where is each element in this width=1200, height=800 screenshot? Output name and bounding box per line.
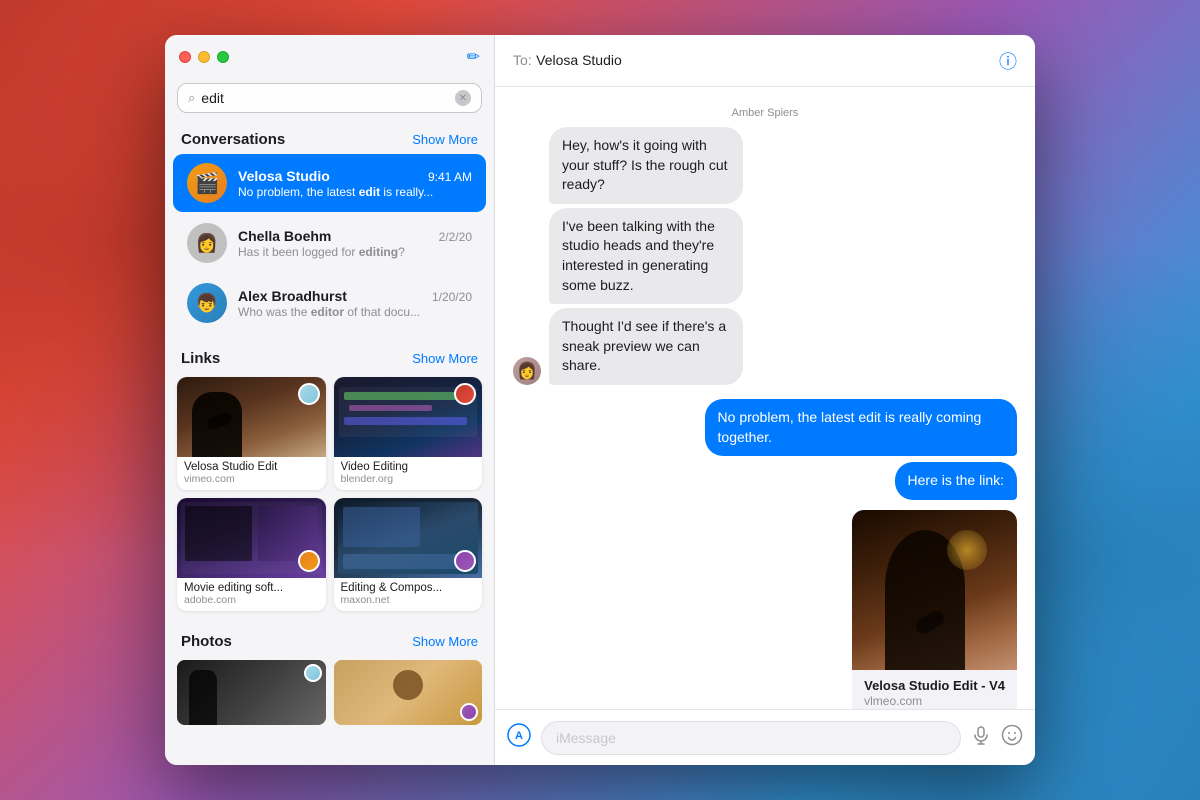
amber-bubble-stack: Hey, how's it going with your stuff? Is … [549, 127, 861, 385]
info-button[interactable]: ⓘ [999, 48, 1017, 74]
svg-text:A: A [515, 730, 523, 742]
conversations-show-more[interactable]: Show More [412, 132, 478, 147]
conv-name-velosa: Velosa Studio [238, 168, 330, 184]
conv-time-chella: 2/2/20 [439, 230, 472, 244]
link-card-1[interactable]: Velosa Studio Edit vimeo.com [177, 377, 326, 490]
photos-header: Photos Show More [165, 625, 494, 656]
link-card-4[interactable]: Editing & Compos... maxon.net [334, 498, 483, 611]
title-bar: ✏ [165, 35, 494, 79]
link-thumb-2 [334, 377, 483, 457]
avatar-amber: 👩 [513, 357, 541, 385]
msg-bubble-2: I've been talking with the studio heads … [549, 208, 743, 304]
link-title-1: Velosa Studio Edit [184, 461, 319, 473]
app-store-icon[interactable]: A [507, 723, 531, 753]
chat-recipient: Velosa Studio [536, 52, 622, 68]
conv-item-chella[interactable]: 👩 Chella Boehm 2/2/20 Has it been logged… [173, 214, 486, 272]
search-bar-container: ⌕ edit ✕ [165, 79, 494, 123]
msg-bubble-1: Hey, how's it going with your stuff? Is … [549, 127, 743, 204]
link-title-2: Video Editing [341, 461, 476, 473]
conv-preview-chella: Has it been logged for editing? [238, 245, 472, 259]
msg-row-out-2: Here is the link: [513, 462, 1017, 500]
msg-bubble-out-2: Here is the link: [895, 462, 1017, 500]
link-preview-title: Velosa Studio Edit - V4 [864, 678, 1005, 693]
link-preview-card[interactable]: Velosa Studio Edit - V4 vlmeo.com [852, 510, 1017, 709]
photos-grid [165, 656, 494, 733]
link-thumb-3 [177, 498, 326, 578]
conversations-header: Conversations Show More [165, 123, 494, 154]
incoming-group-amber: 👩 Hey, how's it going with your stuff? I… [513, 127, 1017, 385]
link-thumb-1 [177, 377, 326, 457]
msg-row-link-preview: Velosa Studio Edit - V4 vlmeo.com [513, 506, 1017, 709]
link-title-3: Movie editing soft... [184, 582, 319, 594]
msg-row-out-1: No problem, the latest edit is really co… [513, 399, 1017, 456]
conv-name-chella: Chella Boehm [238, 228, 331, 244]
conv-info-chella: Chella Boehm 2/2/20 Has it been logged f… [238, 228, 472, 259]
message-input[interactable]: iMessage [541, 721, 961, 755]
chat-header: To: Velosa Studio ⓘ [495, 35, 1035, 87]
link-domain-4: maxon.net [341, 594, 476, 606]
conv-time-velosa: 9:41 AM [428, 170, 472, 184]
emoji-icon[interactable] [1001, 724, 1023, 752]
search-clear-button[interactable]: ✕ [455, 90, 471, 106]
chat-input-bar: A iMessage [495, 709, 1035, 765]
minimize-button[interactable] [198, 51, 210, 63]
conv-time-alex: 1/20/20 [432, 290, 472, 304]
link-preview-domain: vlmeo.com [864, 694, 1005, 708]
msg-bubble-3: Thought I'd see if there's a sneak previ… [549, 308, 743, 385]
traffic-lights [179, 51, 229, 63]
conv-preview-alex: Who was the editor of that docu... [238, 305, 472, 319]
photo-1[interactable] [177, 660, 326, 725]
photos-title: Photos [181, 633, 232, 650]
search-bar[interactable]: ⌕ edit ✕ [177, 83, 482, 113]
link-thumb-4 [334, 498, 483, 578]
compose-icon[interactable]: ✏ [467, 47, 480, 67]
msg-bubble-out-1: No problem, the latest edit is really co… [705, 399, 1017, 456]
close-button[interactable] [179, 51, 191, 63]
chat-to-row: To: Velosa Studio [513, 52, 622, 70]
chat-to-label: To: [513, 52, 532, 68]
conv-info-alex: Alex Broadhurst 1/20/20 Who was the edit… [238, 288, 472, 319]
audio-icon[interactable] [971, 725, 991, 750]
link-card-3[interactable]: Movie editing soft... adobe.com [177, 498, 326, 611]
avatar-velosa: 🎬 [187, 163, 227, 203]
conv-name-alex: Alex Broadhurst [238, 288, 347, 304]
fullscreen-button[interactable] [217, 51, 229, 63]
conv-item-velosa[interactable]: 🎬 Velosa Studio 9:41 AM No problem, the … [173, 154, 486, 212]
avatar-alex: 👦 [187, 283, 227, 323]
sender-label-amber-1: Amber Spiers [513, 107, 1017, 119]
messages-area: Amber Spiers 👩 Hey, how's it going with … [495, 87, 1035, 709]
link-domain-2: blender.org [341, 473, 476, 485]
left-panel: ✏ ⌕ edit ✕ Conversations Show More 🎬 [165, 35, 495, 765]
conv-item-alex[interactable]: 👦 Alex Broadhurst 1/20/20 Who was the ed… [173, 274, 486, 332]
avatar-chella: 👩 [187, 223, 227, 263]
right-panel: To: Velosa Studio ⓘ Amber Spiers 👩 Hey, … [495, 35, 1035, 765]
search-icon: ⌕ [188, 90, 195, 106]
links-header: Links Show More [165, 342, 494, 373]
link-title-4: Editing & Compos... [341, 582, 476, 594]
link-preview-img [852, 510, 1017, 670]
search-input-text: edit [201, 90, 449, 106]
conversations-title: Conversations [181, 131, 285, 148]
links-title: Links [181, 350, 220, 367]
link-domain-1: vimeo.com [184, 473, 319, 485]
scroll-area: Conversations Show More 🎬 Velosa Studio … [165, 123, 494, 765]
link-preview-info: Velosa Studio Edit - V4 vlmeo.com [852, 670, 1017, 709]
conv-info-velosa: Velosa Studio 9:41 AM No problem, the la… [238, 168, 472, 199]
photos-show-more[interactable]: Show More [412, 634, 478, 649]
photo-2[interactable] [334, 660, 483, 725]
links-grid: Velosa Studio Edit vimeo.com [165, 373, 494, 619]
link-domain-3: adobe.com [184, 594, 319, 606]
links-show-more[interactable]: Show More [412, 351, 478, 366]
app-window: ✏ ⌕ edit ✕ Conversations Show More 🎬 [165, 35, 1035, 765]
link-card-2[interactable]: Video Editing blender.org [334, 377, 483, 490]
conv-preview-velosa: No problem, the latest edit is really... [238, 185, 472, 199]
